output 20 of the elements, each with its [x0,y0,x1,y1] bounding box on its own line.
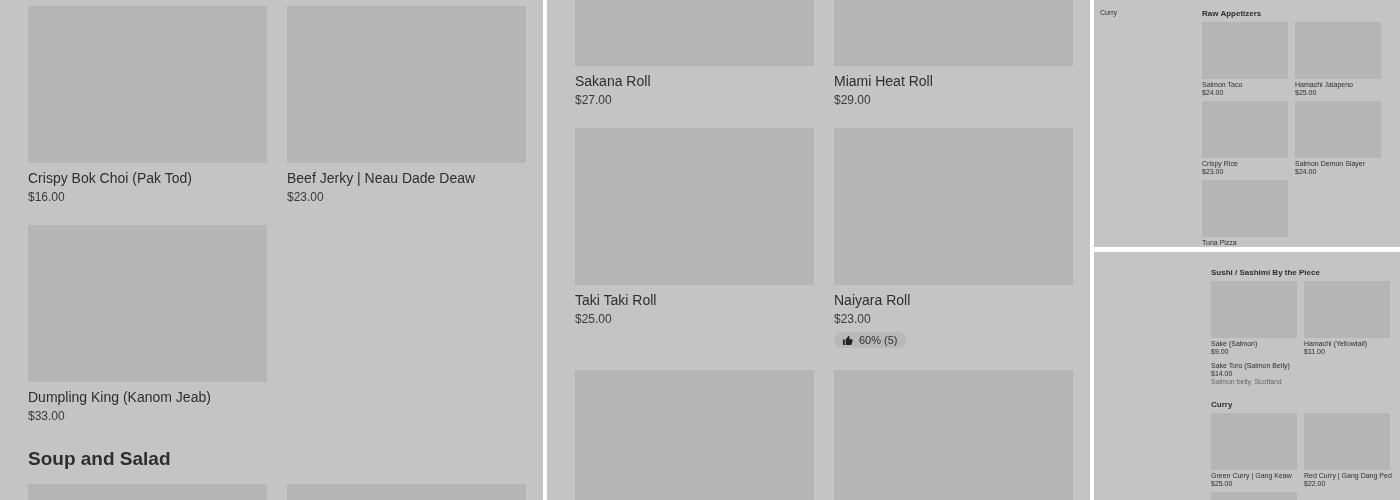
item-name[interactable]: Crispy Bok Choi (Pak Tod) [28,169,267,187]
item-price: $23.00 [287,189,325,205]
item-price: $27.00 [575,92,613,108]
item-price: $25.00 [575,311,613,327]
item-name[interactable]: Taki Taki Roll [575,291,814,309]
item-price: $33.00 [28,408,66,424]
item-name[interactable]: Dumpling King (Kanom Jeab) [28,388,267,406]
section-heading: Raw Appetizers [1202,9,1263,18]
section-heading: Curry [1211,400,1234,409]
item-price: $23.00 [834,311,872,327]
item-price: $16.00 [28,189,66,205]
section-heading: Soup and Salad [28,448,172,470]
item-name[interactable]: Naiyara Roll [834,291,1073,309]
item-name[interactable]: Sakana Roll [575,72,814,90]
item-price: $29.00 [834,92,872,108]
item-name[interactable]: Beef Jerky | Neau Dade Deaw [287,169,526,187]
rating-text: 60% (5) [859,334,898,346]
item-name[interactable]: Miami Heat Roll [834,72,1073,90]
thumbs-up-icon [842,334,853,346]
section-heading: Sushi / Sashimi By the Piece [1211,268,1321,277]
